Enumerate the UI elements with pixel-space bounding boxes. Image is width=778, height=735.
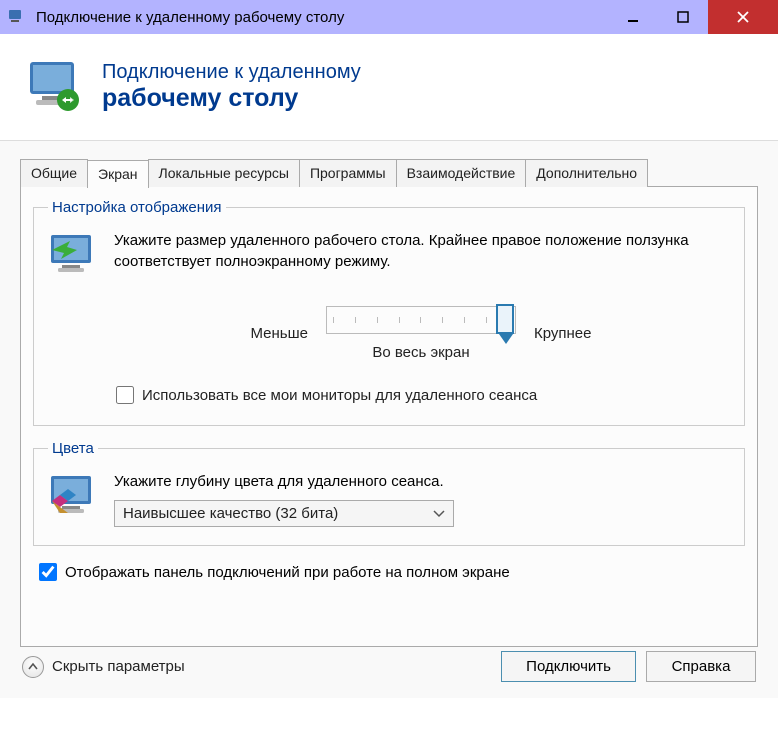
color-depth-value: Наивысшее качество (32 бита)	[123, 505, 338, 522]
connection-bar-checkbox[interactable]	[39, 563, 57, 581]
hide-options-label[interactable]: Скрыть параметры	[52, 658, 185, 675]
tab-panel-display: Настройка отображения Укажите размер уда…	[20, 186, 758, 647]
maximize-button[interactable]	[658, 0, 708, 34]
tab-experience[interactable]: Взаимодействие	[396, 159, 527, 187]
use-all-monitors-label: Использовать все мои мониторы для удален…	[142, 387, 537, 404]
fullscreen-label: Во весь экран	[326, 344, 516, 361]
monitor-color-icon	[48, 471, 100, 523]
content-area: Общие Экран Локальные ресурсы Программы …	[0, 140, 778, 698]
display-settings-group: Настройка отображения Укажите размер уда…	[33, 199, 745, 426]
app-icon	[8, 8, 26, 26]
monitor-green-icon	[48, 230, 100, 282]
tab-display[interactable]: Экран	[87, 160, 149, 188]
tab-programs[interactable]: Программы	[299, 159, 397, 187]
resolution-slider-row: Меньше Во весь экран Крупнее	[112, 306, 730, 361]
close-button[interactable]	[708, 0, 778, 34]
colors-desc: Укажите глубину цвета для удаленного сеа…	[114, 471, 454, 492]
display-settings-desc: Укажите размер удаленного рабочего стола…	[114, 230, 730, 282]
titlebar[interactable]: Подключение к удаленному рабочему столу	[0, 0, 778, 34]
chevron-down-icon	[433, 505, 445, 522]
slider-thumb[interactable]	[496, 304, 514, 334]
connect-button[interactable]: Подключить	[501, 651, 636, 682]
minimize-button[interactable]	[608, 0, 658, 34]
use-all-monitors-checkbox[interactable]	[116, 386, 134, 404]
colors-legend: Цвета	[48, 440, 98, 457]
tab-advanced[interactable]: Дополнительно	[525, 159, 648, 187]
help-button[interactable]: Справка	[646, 651, 756, 682]
window-title: Подключение к удаленному рабочему столу	[36, 9, 608, 26]
tab-general[interactable]: Общие	[20, 159, 88, 187]
slider-more-label: Крупнее	[534, 325, 592, 342]
tab-local-resources[interactable]: Локальные ресурсы	[148, 159, 300, 187]
resolution-slider[interactable]	[326, 306, 516, 334]
connection-bar-label: Отображать панель подключений при работе…	[65, 564, 510, 581]
rdp-icon	[24, 56, 86, 118]
header-line1: Подключение к удаленному	[102, 61, 361, 84]
colors-group: Цвета Укажите глубину цвета для удаленно…	[33, 440, 745, 546]
color-depth-select[interactable]: Наивысшее качество (32 бита)	[114, 500, 454, 527]
header: Подключение к удаленному рабочему столу	[0, 34, 778, 140]
header-line2: рабочему столу	[102, 84, 361, 113]
footer: Скрыть параметры Подключить Справка	[22, 651, 756, 682]
collapse-options-button[interactable]	[22, 656, 44, 678]
tab-strip: Общие Экран Локальные ресурсы Программы …	[20, 159, 758, 187]
display-settings-legend: Настройка отображения	[48, 199, 226, 216]
slider-less-label: Меньше	[251, 325, 308, 342]
